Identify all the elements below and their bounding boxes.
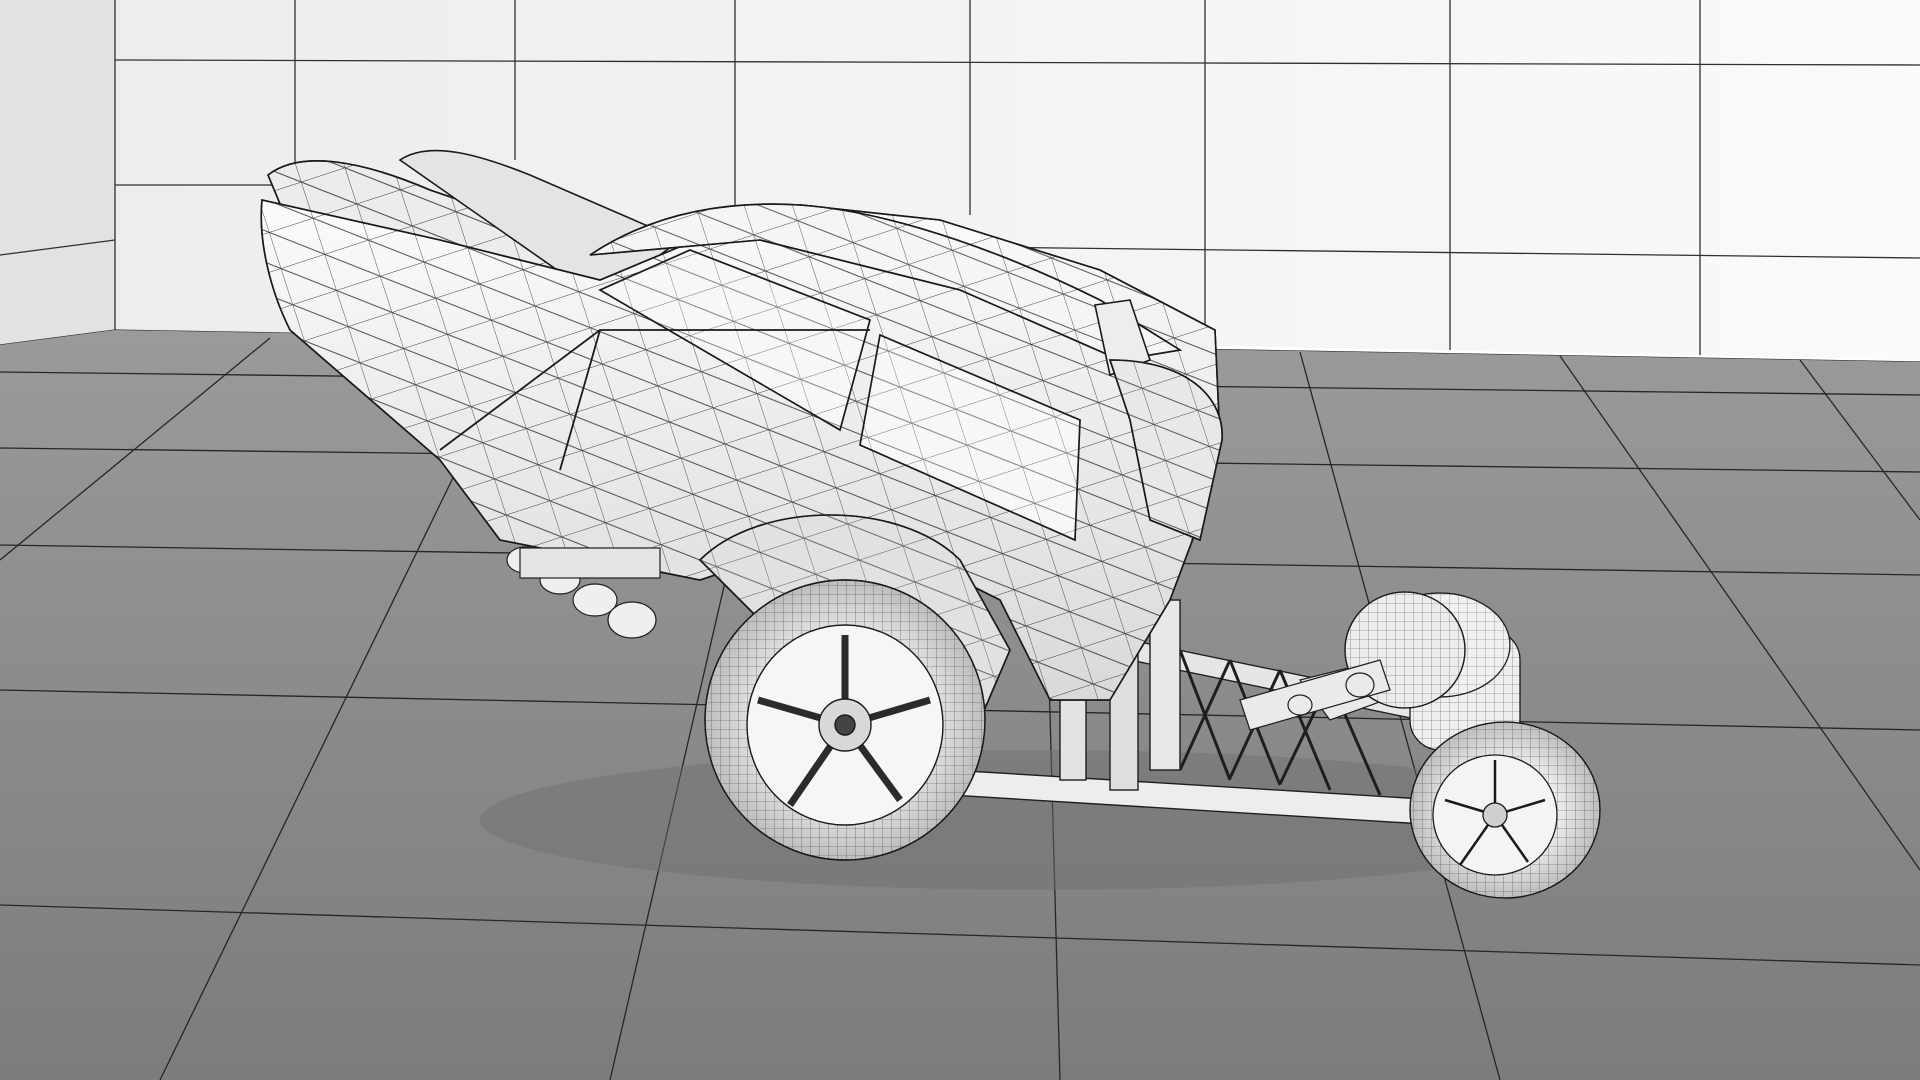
rear-wheel xyxy=(704,579,986,861)
scene-canvas xyxy=(0,0,1920,1080)
render-viewport xyxy=(0,0,1920,1080)
